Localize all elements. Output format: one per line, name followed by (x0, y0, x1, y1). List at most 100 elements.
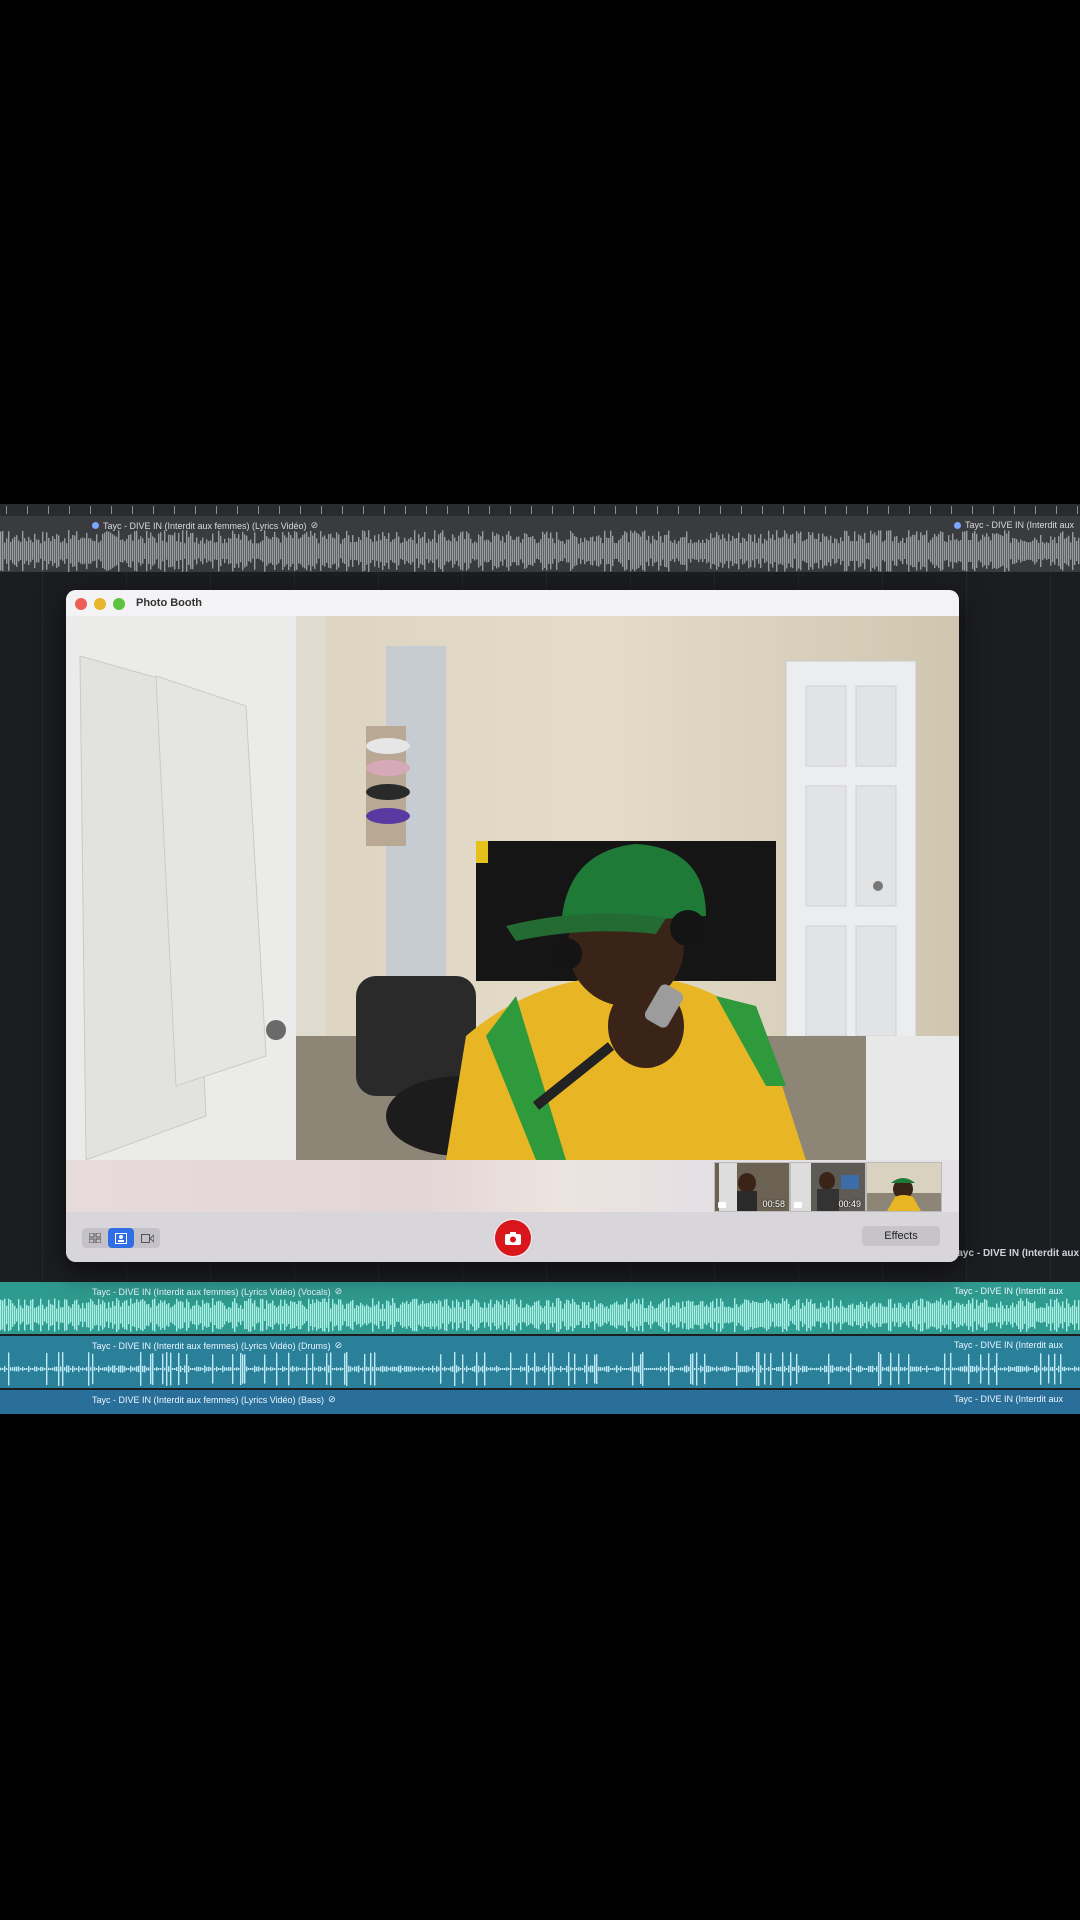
ruler-tick (678, 506, 679, 514)
waveform-bar (20, 542, 22, 560)
grid-view-icon[interactable] (82, 1228, 108, 1248)
waveform-bar (152, 1299, 154, 1331)
effects-button[interactable]: Effects (862, 1226, 940, 1246)
waveform-bar (132, 1367, 134, 1371)
waveform-bar (128, 534, 130, 568)
waveform-bar (738, 1306, 740, 1324)
waveform-bar (1044, 1308, 1046, 1322)
waveform-bar (926, 1365, 928, 1373)
waveform-bar (520, 1299, 522, 1331)
waveform-bar (346, 1352, 348, 1386)
waveform-bar (352, 1367, 354, 1371)
waveform-bar (736, 1304, 738, 1326)
waveform-bar (860, 535, 862, 567)
track-bass[interactable]: Tayc - DIVE IN (Interdit aux femmes) (Ly… (0, 1390, 1080, 1414)
minimize-window-button[interactable] (94, 598, 106, 610)
shutter-button[interactable] (493, 1218, 533, 1258)
thumbnail-item[interactable]: 00:58 (714, 1162, 790, 1212)
ruler-tick (489, 506, 490, 514)
waveform-bar (62, 1352, 64, 1386)
waveform-bar (314, 533, 316, 569)
waveform-bar (754, 1368, 756, 1370)
waveform-bar (200, 540, 202, 562)
waveform-bar (368, 1367, 370, 1371)
waveform-bar (324, 1366, 326, 1372)
waveform-bar (1064, 538, 1066, 564)
waveform-bar (1030, 542, 1032, 560)
waveform-bar (502, 1299, 504, 1331)
waveform-bar (238, 1367, 240, 1371)
waveform-bar (696, 1352, 698, 1386)
waveform-bar (468, 533, 470, 569)
waveform-bar (874, 1302, 876, 1328)
waveform-bar (1072, 1305, 1074, 1325)
waveform-bar (56, 533, 58, 569)
waveform-bar (594, 1300, 596, 1330)
waveform-bar (250, 1298, 252, 1332)
waveform-bar (1002, 1368, 1004, 1370)
waveform-bar (622, 535, 624, 567)
track-main-audio[interactable]: Tayc - DIVE IN (Interdit aux femmes) (Ly… (0, 516, 1080, 572)
waveform-bar (146, 1304, 148, 1326)
waveform-bar (556, 532, 558, 570)
track-drums[interactable]: Tayc - DIVE IN (Interdit aux femmes) (Ly… (0, 1336, 1080, 1388)
waveform-bar (978, 1367, 980, 1371)
waveform-bar (512, 1368, 514, 1370)
waveform-bar (512, 539, 514, 563)
waveform-bar (536, 543, 538, 559)
waveform-bar (252, 1303, 254, 1327)
waveform-bar (168, 534, 170, 568)
waveform-bar (780, 538, 782, 564)
thumbnail-item[interactable] (866, 1162, 942, 1212)
single-photo-icon[interactable] (108, 1228, 134, 1248)
waveform-bar (1062, 1301, 1064, 1329)
waveform-bar (1030, 1302, 1032, 1328)
waveform-bar (554, 543, 556, 559)
waveform-bar (804, 540, 806, 562)
waveform-bar (486, 539, 488, 563)
waveform-bar (550, 1366, 552, 1372)
title-bar[interactable]: Photo Booth (66, 590, 959, 616)
waveform-bar (626, 1298, 628, 1332)
waveform-bar (412, 1299, 414, 1331)
waveform-bar (362, 1304, 364, 1326)
waveform-bar (1004, 530, 1006, 572)
track-vocals[interactable]: Tayc - DIVE IN (Interdit aux femmes) (Ly… (0, 1282, 1080, 1334)
waveform-bar (414, 1366, 416, 1372)
waveform-bar (64, 538, 66, 564)
waveform-bar (118, 530, 120, 572)
waveform-bar (284, 535, 286, 567)
close-window-button[interactable] (75, 598, 87, 610)
waveform-bar (370, 1352, 372, 1386)
waveform-bar (170, 534, 172, 568)
waveform-bar (508, 531, 510, 571)
waveform-bar (784, 1301, 786, 1329)
waveform-bar (30, 1367, 32, 1371)
waveform-bar (88, 1352, 90, 1386)
waveform-bar (456, 1365, 458, 1373)
waveform-bar (234, 534, 236, 568)
waveform-bar (818, 533, 820, 569)
waveform-bar (58, 1352, 60, 1386)
waveform-bar (722, 1367, 724, 1371)
waveform-bar (864, 1368, 866, 1370)
maximize-window-button[interactable] (113, 598, 125, 610)
waveform-bar (668, 1352, 670, 1386)
waveform-bar (274, 1305, 276, 1325)
thumbnail-item[interactable]: 00:49 (790, 1162, 866, 1212)
waveform-bar (1016, 1365, 1018, 1373)
waveform-bar (716, 532, 718, 570)
waveform-bar (886, 1306, 888, 1324)
waveform-bar (554, 1306, 556, 1324)
waveform-bar (970, 1303, 972, 1327)
waveform-bar (830, 1308, 832, 1322)
waveform-bar (464, 1308, 466, 1322)
waveform-bar (304, 533, 306, 569)
waveform-bar (334, 1368, 336, 1370)
waveform-bar (154, 1298, 156, 1332)
waveform-bar (434, 1301, 436, 1329)
video-icon[interactable] (134, 1228, 160, 1248)
waveform-bar (660, 536, 662, 566)
timeline-ruler[interactable] (0, 504, 1080, 516)
waveform-bar (174, 1304, 176, 1326)
